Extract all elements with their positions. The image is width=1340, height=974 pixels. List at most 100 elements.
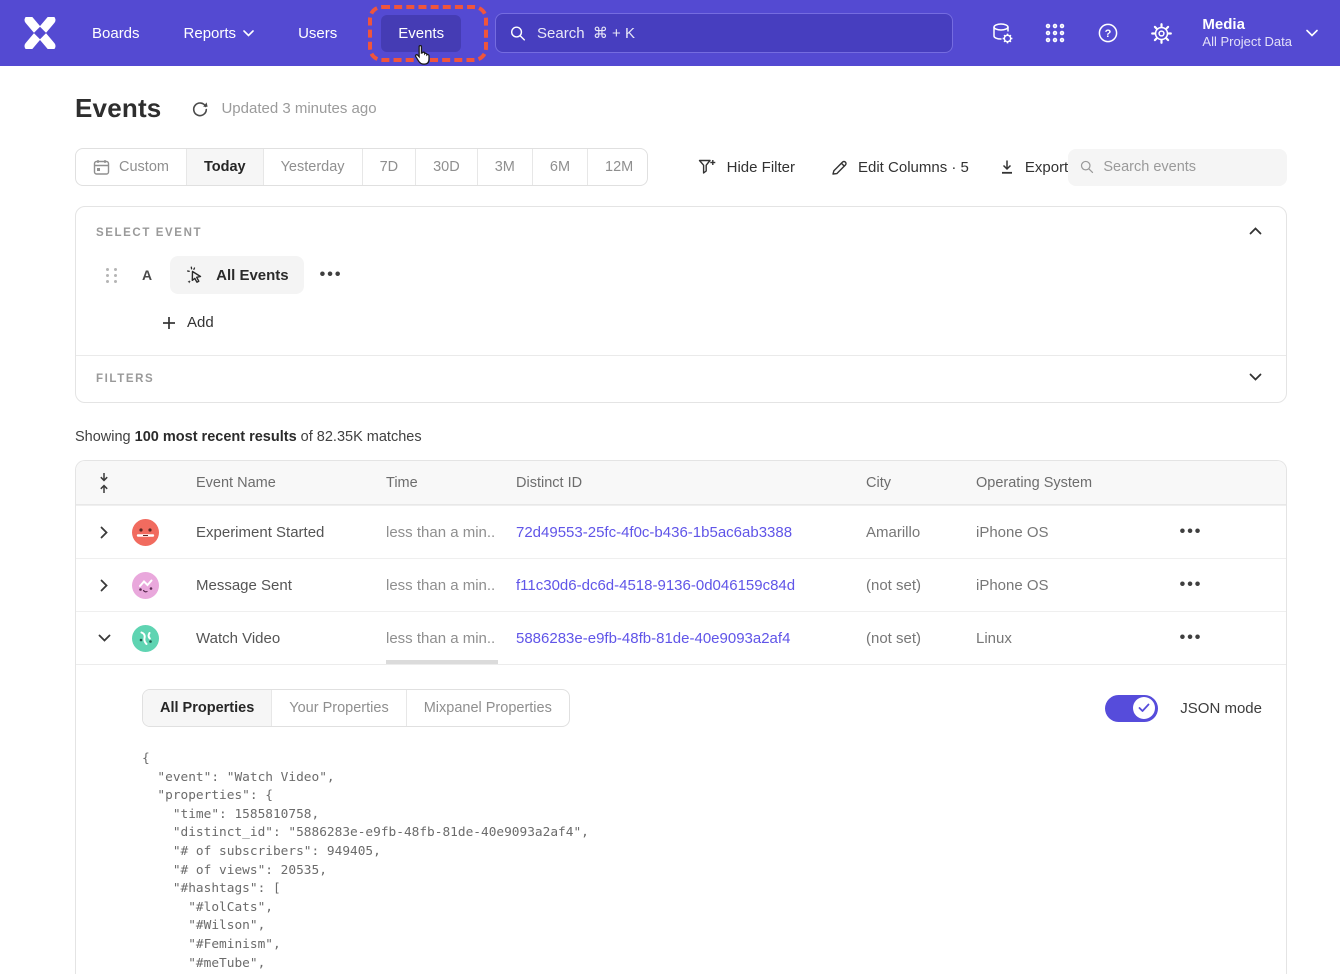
event-os: iPhone OS	[956, 577, 1096, 594]
project-switcher[interactable]: Media All Project Data	[1202, 16, 1292, 51]
event-name: Experiment Started	[176, 524, 366, 541]
column-header-os[interactable]: Operating System	[956, 475, 1096, 491]
tab-mixpanel-properties[interactable]: Mixpanel Properties	[406, 690, 569, 726]
toolbar: Custom Today Yesterday 7D 30D 3M 6M 12M …	[75, 148, 1287, 186]
date-range-today[interactable]: Today	[186, 149, 263, 185]
results-prefix: Showing	[75, 429, 135, 445]
json-mode-toggle[interactable]	[1105, 695, 1158, 722]
properties-tabs: All Properties Your Properties Mixpanel …	[142, 689, 570, 727]
nav-item-reports-label: Reports	[184, 25, 237, 42]
chevron-down-icon	[243, 30, 254, 37]
hand-cursor-icon	[412, 44, 432, 66]
help-icon[interactable]: ?	[1095, 20, 1121, 46]
date-range-custom[interactable]: Custom	[76, 149, 186, 185]
row-actions-button[interactable]: •••	[1180, 527, 1203, 537]
date-range-30d[interactable]: 30D	[415, 149, 477, 185]
apps-grid-icon[interactable]	[1042, 20, 1068, 46]
date-range-12m[interactable]: 12M	[587, 149, 648, 185]
date-range-3m[interactable]: 3M	[477, 149, 532, 185]
settings-gear-icon[interactable]	[1148, 20, 1174, 46]
expand-row-button[interactable]	[94, 520, 114, 545]
search-events-box[interactable]	[1068, 149, 1287, 186]
row-actions-button[interactable]: •••	[1180, 633, 1203, 643]
svg-text:?: ?	[1105, 28, 1112, 40]
distinct-id-link[interactable]: 72d49553-25fc-4f0c-b436-1b5ac6ab3388	[496, 524, 846, 541]
collapse-all-rows-button[interactable]	[98, 472, 110, 494]
expand-filters-button[interactable]	[1245, 369, 1266, 385]
date-range-7d[interactable]: 7D	[362, 149, 416, 185]
check-icon	[1138, 703, 1150, 713]
event-selector-chip[interactable]: All Events	[170, 256, 304, 294]
chevron-up-icon	[1249, 227, 1262, 235]
event-city: (not set)	[846, 630, 956, 647]
date-range-custom-label: Custom	[119, 159, 169, 175]
column-header-event-name[interactable]: Event Name	[176, 475, 366, 491]
column-header-time[interactable]: Time	[366, 475, 496, 491]
drag-handle[interactable]	[106, 268, 120, 283]
plus-icon	[162, 316, 176, 330]
refresh-icon	[191, 100, 209, 118]
search-icon	[1080, 159, 1094, 175]
edit-columns-label: Edit Columns · 5	[858, 159, 969, 176]
event-time: less than a min...	[366, 524, 496, 541]
collapse-arrows-icon	[98, 472, 110, 494]
column-header-distinct-id[interactable]: Distinct ID	[496, 475, 846, 491]
chevron-down-icon	[1249, 373, 1262, 381]
event-os: Linux	[956, 630, 1096, 647]
page-title: Events	[75, 93, 161, 124]
global-search-input[interactable]	[537, 25, 938, 42]
nav-item-users[interactable]: Users	[298, 25, 337, 42]
data-management-icon[interactable]	[989, 20, 1015, 46]
column-header-city[interactable]: City	[846, 475, 956, 491]
query-builder-card: SELECT EVENT A All Events ••	[75, 206, 1287, 403]
results-summary: Showing 100 most recent results of 82.35…	[75, 429, 1287, 445]
hide-filter-button[interactable]: Hide Filter	[698, 159, 795, 176]
event-avatar	[132, 519, 159, 546]
add-button-label: Add	[187, 314, 214, 331]
chevron-right-icon	[100, 579, 108, 592]
expand-row-button[interactable]	[94, 573, 114, 598]
hide-filter-label: Hide Filter	[727, 159, 795, 176]
filters-label: FILTERS	[96, 373, 1266, 385]
global-search[interactable]	[495, 13, 953, 53]
refresh-button[interactable]	[191, 100, 209, 118]
chevron-down-icon[interactable]	[1306, 29, 1318, 37]
event-city: (not set)	[846, 577, 956, 594]
collapse-row-button[interactable]	[92, 628, 117, 648]
date-range-control: Custom Today Yesterday 7D 30D 3M 6M 12M	[75, 148, 648, 186]
project-name: Media	[1202, 16, 1292, 35]
event-time: less than a min...	[366, 577, 496, 594]
tab-all-properties[interactable]: All Properties	[143, 690, 271, 726]
date-range-6m[interactable]: 6M	[532, 149, 587, 185]
calendar-icon	[93, 159, 110, 176]
event-name: Watch Video	[176, 630, 366, 647]
table-row[interactable]: Experiment Started less than a min... 72…	[76, 505, 1286, 558]
date-range-yesterday[interactable]: Yesterday	[263, 149, 362, 185]
collapse-select-event-button[interactable]	[1245, 223, 1266, 239]
edit-columns-button[interactable]: Edit Columns · 5	[831, 159, 969, 176]
mixpanel-logo-icon[interactable]	[22, 17, 58, 49]
event-chip-label: All Events	[216, 267, 289, 284]
event-city: Amarillo	[846, 524, 956, 541]
event-avatar	[132, 625, 159, 652]
magic-pointer-icon	[185, 265, 206, 286]
export-button[interactable]: Export	[999, 159, 1068, 176]
distinct-id-link[interactable]: f11c30d6-dc6d-4518-9136-0d046159c84d	[496, 577, 846, 594]
event-row-menu-button[interactable]: •••	[320, 270, 343, 280]
add-event-button[interactable]: Add	[162, 314, 1266, 331]
event-detail-panel: All Properties Your Properties Mixpanel …	[76, 664, 1286, 974]
row-actions-button[interactable]: •••	[1180, 580, 1203, 590]
pencil-icon	[831, 159, 848, 176]
distinct-id-link[interactable]: 5886283e-e9fb-48fb-81de-40e9093a2af4	[496, 630, 846, 647]
nav-item-reports[interactable]: Reports	[184, 25, 255, 42]
select-event-label: SELECT EVENT	[96, 227, 1266, 239]
event-json-view: { "event": "Watch Video", "properties": …	[142, 750, 1262, 974]
nav-item-boards[interactable]: Boards	[92, 25, 140, 42]
table-row-expanded[interactable]: Watch Video less than a min... 5886283e-…	[76, 611, 1286, 664]
project-scope: All Project Data	[1202, 34, 1292, 50]
tab-your-properties[interactable]: Your Properties	[271, 690, 405, 726]
top-nav: Boards Reports Users Events	[0, 0, 1340, 66]
table-row[interactable]: Message Sent less than a min... f11c30d6…	[76, 558, 1286, 611]
results-suffix: of 82.35K matches	[297, 429, 422, 445]
search-events-input[interactable]	[1103, 159, 1275, 175]
